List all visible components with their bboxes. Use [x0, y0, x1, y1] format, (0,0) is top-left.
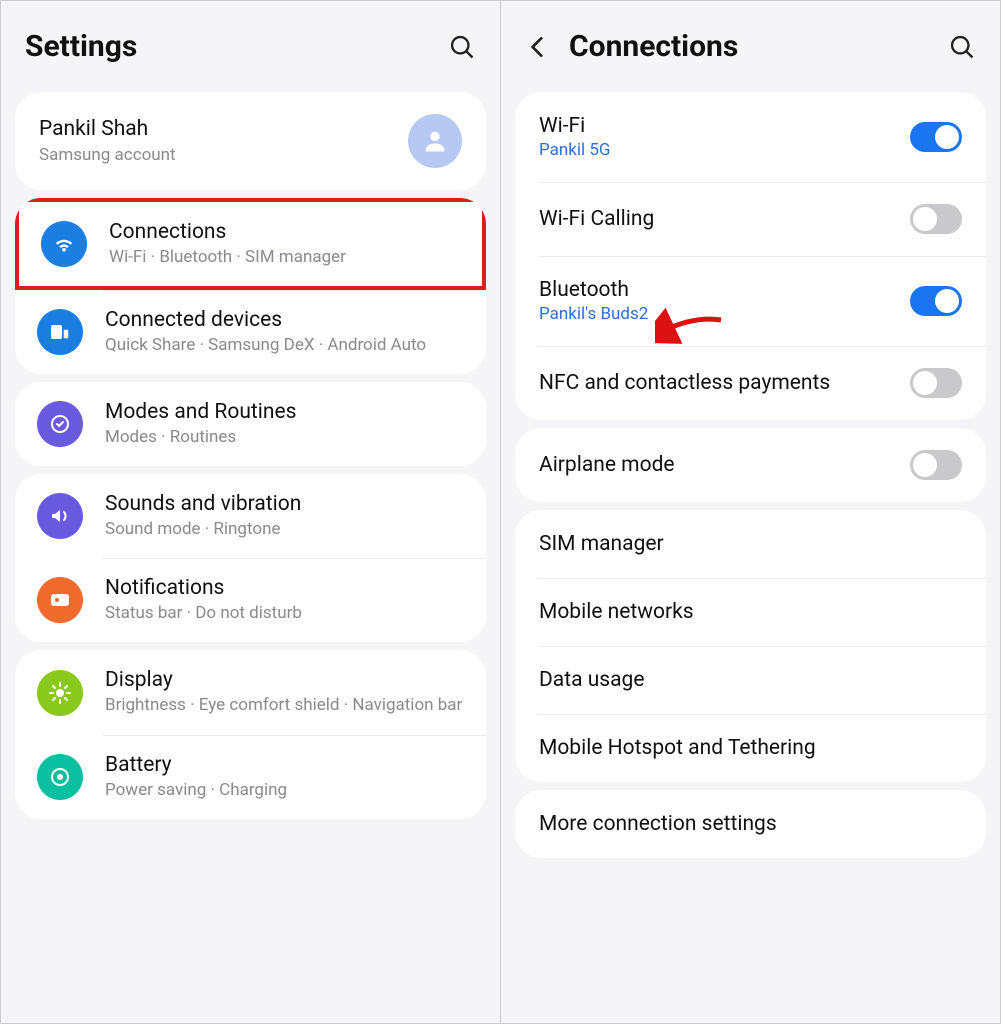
search-icon[interactable] [448, 33, 476, 61]
row-text: BatteryPower saving · Charging [105, 753, 464, 801]
devices-icon [37, 309, 83, 355]
connection-row-more-connection-settings[interactable]: More connection settings [515, 790, 986, 858]
account-text: Pankil Shah Samsung account [39, 117, 408, 165]
row-title: NFC and contactless payments [539, 371, 910, 395]
settings-group: Modes and RoutinesModes · Routines [15, 382, 486, 466]
row-title: Notifications [105, 576, 464, 600]
toggle-switch[interactable] [910, 122, 962, 152]
settings-group: Sounds and vibrationSound mode · Rington… [15, 474, 486, 642]
settings-row-notifications[interactable]: NotificationsStatus bar · Do not disturb [15, 558, 486, 642]
settings-group: ConnectionsWi-Fi · Bluetooth · SIM manag… [15, 198, 486, 374]
row-text: Wi-Fi Calling [539, 207, 910, 231]
connections-header: Connections [501, 1, 1000, 84]
row-text: Mobile Hotspot and Tethering [539, 736, 962, 760]
connection-row-wi-fi[interactable]: Wi-FiPankil 5G [515, 92, 986, 182]
connections-group: More connection settings [515, 790, 986, 858]
page-title: Connections [569, 29, 948, 64]
connection-row-wi-fi-calling[interactable]: Wi-Fi Calling [515, 182, 986, 256]
row-title: Mobile Hotspot and Tethering [539, 736, 962, 760]
connections-group: Wi-FiPankil 5GWi-Fi CallingBluetoothPank… [515, 92, 986, 420]
row-text: ConnectionsWi-Fi · Bluetooth · SIM manag… [109, 220, 460, 268]
settings-row-modes-and-routines[interactable]: Modes and RoutinesModes · Routines [15, 382, 486, 466]
row-text: Sounds and vibrationSound mode · Rington… [105, 492, 464, 540]
toggle-switch[interactable] [910, 368, 962, 398]
row-sub: Power saving · Charging [105, 779, 464, 801]
row-text: Modes and RoutinesModes · Routines [105, 400, 464, 448]
row-title: Sounds and vibration [105, 492, 464, 516]
row-title: SIM manager [539, 532, 962, 556]
row-title: Connections [109, 220, 460, 244]
row-text: DisplayBrightness · Eye comfort shield ·… [105, 668, 464, 716]
connection-row-mobile-hotspot-and-tethering[interactable]: Mobile Hotspot and Tethering [515, 714, 986, 782]
row-sub: Pankil's Buds2 [539, 304, 910, 324]
row-title: More connection settings [539, 812, 962, 836]
notif-icon [37, 577, 83, 623]
connections-group: Airplane mode [515, 428, 986, 502]
connection-row-mobile-networks[interactable]: Mobile networks [515, 578, 986, 646]
row-title: Wi-Fi Calling [539, 207, 910, 231]
display-icon [37, 670, 83, 716]
row-sub: Sound mode · Ringtone [105, 518, 464, 540]
row-title: Mobile networks [539, 600, 962, 624]
settings-row-connections[interactable]: ConnectionsWi-Fi · Bluetooth · SIM manag… [15, 198, 486, 290]
row-sub: Modes · Routines [105, 426, 464, 448]
row-text: NotificationsStatus bar · Do not disturb [105, 576, 464, 624]
row-text: BluetoothPankil's Buds2 [539, 278, 910, 324]
row-title: Airplane mode [539, 453, 910, 477]
settings-panel: Settings Pankil Shah Samsung account Con… [1, 1, 501, 1023]
row-sub: Brightness · Eye comfort shield · Naviga… [105, 694, 464, 716]
row-text: NFC and contactless payments [539, 371, 910, 395]
settings-row-sounds-and-vibration[interactable]: Sounds and vibrationSound mode · Rington… [15, 474, 486, 558]
row-text: Mobile networks [539, 600, 962, 624]
avatar[interactable] [408, 114, 462, 168]
row-text: SIM manager [539, 532, 962, 556]
settings-row-display[interactable]: DisplayBrightness · Eye comfort shield ·… [15, 650, 486, 734]
toggle-switch[interactable] [910, 286, 962, 316]
connection-row-bluetooth[interactable]: BluetoothPankil's Buds2 [515, 256, 986, 346]
row-title: Display [105, 668, 464, 692]
connection-row-sim-manager[interactable]: SIM manager [515, 510, 986, 578]
row-text: Airplane mode [539, 453, 910, 477]
settings-group: DisplayBrightness · Eye comfort shield ·… [15, 650, 486, 818]
connection-row-airplane-mode[interactable]: Airplane mode [515, 428, 986, 502]
page-title: Settings [25, 29, 448, 64]
row-title: Modes and Routines [105, 400, 464, 424]
row-sub: Status bar · Do not disturb [105, 602, 464, 624]
connection-row-data-usage[interactable]: Data usage [515, 646, 986, 714]
settings-row-battery[interactable]: BatteryPower saving · Charging [15, 735, 486, 819]
toggle-switch[interactable] [910, 450, 962, 480]
settings-header: Settings [1, 1, 500, 84]
row-title: Bluetooth [539, 278, 910, 302]
row-sub: Pankil 5G [539, 140, 910, 160]
routines-icon [37, 401, 83, 447]
connections-panel: Connections Wi-FiPankil 5G Wi-Fi Calling B… [501, 1, 1000, 1023]
toggle-switch[interactable] [910, 204, 962, 234]
row-text: Connected devicesQuick Share · Samsung D… [105, 308, 464, 356]
row-title: Connected devices [105, 308, 464, 332]
account-name: Pankil Shah [39, 117, 408, 141]
wifi-icon [41, 221, 87, 267]
row-sub: Quick Share · Samsung DeX · Android Auto [105, 334, 464, 356]
row-title: Wi-Fi [539, 114, 910, 138]
search-icon[interactable] [948, 33, 976, 61]
back-icon[interactable] [525, 34, 551, 60]
settings-row-connected-devices[interactable]: Connected devicesQuick Share · Samsung D… [15, 290, 486, 374]
sound-icon [37, 493, 83, 539]
row-sub: Wi-Fi · Bluetooth · SIM manager [109, 246, 460, 268]
connection-row-nfc-and-contactless-payments[interactable]: NFC and contactless payments [515, 346, 986, 420]
row-title: Data usage [539, 668, 962, 692]
account-card[interactable]: Pankil Shah Samsung account [15, 92, 486, 190]
row-text: More connection settings [539, 812, 962, 836]
row-title: Battery [105, 753, 464, 777]
battery-icon [37, 754, 83, 800]
account-sub: Samsung account [39, 145, 408, 165]
row-text: Wi-FiPankil 5G [539, 114, 910, 160]
row-text: Data usage [539, 668, 962, 692]
connections-group: SIM manager Mobile networks Data usage Mobi… [515, 510, 986, 782]
